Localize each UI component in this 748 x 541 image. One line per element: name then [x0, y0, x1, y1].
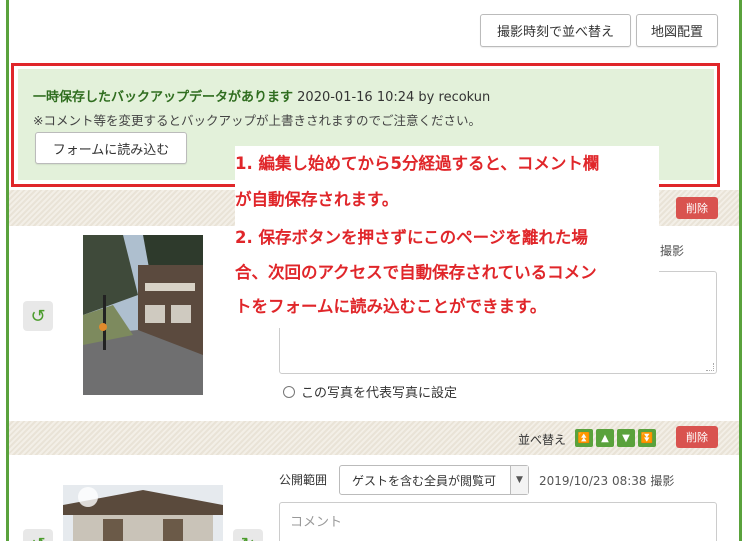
rep-photo-option[interactable]: この写真を代表写真に設定 — [283, 382, 457, 401]
photo-thumbnail-2 — [63, 485, 223, 541]
rotate-left-icon[interactable]: ↺ — [23, 529, 53, 541]
sort-by-time-button[interactable]: 撮影時刻で並べ替え — [480, 14, 631, 47]
taken-time-label: 撮影 — [660, 244, 685, 258]
load-into-form-button[interactable]: フォームに読み込む — [35, 132, 187, 164]
move-down-icon[interactable]: ▼ — [617, 429, 635, 447]
annotation-line-1: 1. 編集し始めてから5分経過すると、コメント欄 — [235, 154, 600, 173]
move-top-icon[interactable]: ⏫ — [575, 429, 593, 447]
scope-select[interactable]: ゲストを含む全員が閲覧可 ▼ — [339, 465, 529, 495]
street-photo-image — [83, 235, 203, 395]
annotation-line-3: 2. 保存ボタンを押さずにこのページを離れた場 — [235, 228, 588, 247]
delete-photo-button[interactable]: 削除 — [676, 197, 718, 219]
scope-label: 公開範囲 — [279, 473, 328, 487]
move-bottom-icon[interactable]: ⏬ — [638, 429, 656, 447]
delete-photo-button-2[interactable]: 削除 — [676, 426, 718, 448]
sort-label: 並べ替え — [518, 433, 567, 447]
annotation-line-4: 合、次回のアクセスで自動保存されているコメン — [235, 263, 597, 282]
right-frame-border — [739, 0, 748, 541]
annotation-box: 1. 編集し始めてから5分経過すると、コメント欄 が自動保存されます。 2. 保… — [235, 146, 659, 328]
photo-thumbnail — [83, 235, 203, 395]
move-up-icon[interactable]: ▲ — [596, 429, 614, 447]
backup-note: ※コメント等を変更するとバックアップが上書きされますのでご注意ください。 — [33, 113, 481, 128]
rotate-right-icon[interactable]: ↻ — [233, 529, 263, 541]
taken-time-label-2: 2019/10/23 08:38 撮影 — [539, 474, 675, 488]
scope-selected-value: ゲストを含む全員が閲覧可 — [352, 473, 497, 488]
left-frame-border — [0, 0, 9, 541]
temple-photo-image — [63, 485, 223, 541]
backup-title: 一時保存したバックアップデータがあります — [33, 90, 294, 105]
annotation-line-2: が自動保存されます。 — [235, 190, 399, 209]
comment-textarea-2[interactable]: コメント — [279, 502, 717, 541]
backup-meta: 2020-01-16 10:24 by recokun — [297, 90, 491, 105]
backup-title-line: 一時保存したバックアップデータがあります 2020-01-16 10:24 by… — [33, 86, 490, 105]
rep-photo-label: この写真を代表写真に設定 — [301, 386, 458, 401]
chevron-down-icon: ▼ — [510, 466, 528, 494]
radio-button[interactable] — [283, 385, 295, 398]
rotate-icon[interactable]: ↺ — [23, 301, 53, 331]
map-layout-button[interactable]: 地図配置 — [636, 14, 718, 47]
resize-grip-icon[interactable] — [706, 363, 714, 371]
annotation-line-5: トをフォームに読み込むことができます。 — [235, 297, 547, 316]
